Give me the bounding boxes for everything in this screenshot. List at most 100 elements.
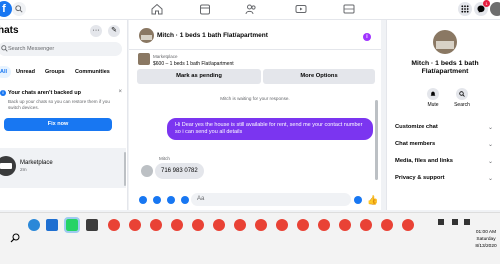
notification-badge: 1 bbox=[483, 0, 490, 7]
photo-icon[interactable] bbox=[153, 196, 161, 204]
waiting-notice: Mitch is waiting for your response. bbox=[220, 96, 290, 101]
listing-thumbnail[interactable] bbox=[138, 53, 150, 65]
more-options-button[interactable]: ··· bbox=[90, 25, 102, 37]
fix-now-button[interactable]: Fix now bbox=[4, 118, 112, 131]
chrome-icon[interactable] bbox=[150, 219, 162, 231]
top-nav: f 1 bbox=[0, 0, 500, 20]
conversation-scrollbar[interactable] bbox=[375, 100, 378, 180]
chrome-icon[interactable] bbox=[213, 219, 225, 231]
chevron-down-icon: ⌄ bbox=[487, 176, 493, 182]
search-conversation-button[interactable]: Search bbox=[449, 88, 475, 108]
profile-avatar[interactable] bbox=[490, 2, 500, 16]
edge-icon[interactable] bbox=[28, 219, 40, 231]
details-panel: Mitch · 1 beds 1 bath Flat/apartment Mut… bbox=[386, 20, 500, 210]
listing-avatar[interactable] bbox=[433, 30, 457, 54]
messenger-button[interactable]: 1 bbox=[474, 0, 490, 16]
clock-day: Saturday bbox=[476, 237, 496, 242]
chat-time: 2m bbox=[20, 168, 27, 173]
search-label: Search bbox=[454, 102, 470, 108]
chrome-icon[interactable] bbox=[339, 219, 351, 231]
new-message-button[interactable]: ✎ bbox=[108, 25, 120, 37]
system-clock[interactable]: 01:00 AM Saturday 8/13/2020 bbox=[472, 229, 500, 250]
tray-icon[interactable] bbox=[464, 219, 470, 225]
chats-title: hats bbox=[0, 25, 19, 36]
mute-button[interactable]: Mute bbox=[420, 88, 446, 108]
listing-price[interactable]: $600 – 1 beds 1 bath Flat/apartment bbox=[153, 61, 234, 67]
sender-name: Mitch bbox=[159, 156, 170, 161]
chats-sidebar: hats ··· ✎ Search Messenger All Unread G… bbox=[0, 20, 128, 210]
clock-date: 8/13/2020 bbox=[475, 244, 497, 249]
chrome-icon[interactable] bbox=[381, 219, 393, 231]
home-icon[interactable] bbox=[151, 3, 163, 15]
search-icon bbox=[1, 45, 8, 52]
mark-as-pending-button[interactable]: Mark as pending bbox=[137, 69, 261, 84]
search-button[interactable] bbox=[12, 2, 26, 16]
privacy-support-label: Privacy & support bbox=[395, 175, 445, 181]
chat-name: Marketplace bbox=[20, 160, 53, 166]
menu-button[interactable] bbox=[458, 2, 472, 16]
chevron-down-icon: ⌄ bbox=[487, 159, 493, 165]
emoji-icon[interactable] bbox=[354, 196, 362, 204]
chevron-down-icon: ⌄ bbox=[487, 125, 493, 131]
tab-groups[interactable]: Groups bbox=[45, 66, 65, 78]
chrome-icon[interactable] bbox=[360, 219, 372, 231]
sidebar-scrollbar[interactable] bbox=[124, 152, 126, 186]
close-icon[interactable]: × bbox=[118, 89, 122, 95]
gif-icon[interactable] bbox=[181, 196, 189, 204]
whatsapp-icon[interactable] bbox=[64, 217, 80, 233]
conversation-header: Mitch · 1 beds 1 bath Flat/apartment i bbox=[129, 20, 381, 50]
bell-icon bbox=[427, 88, 439, 100]
chrome-icon[interactable] bbox=[234, 219, 246, 231]
chrome-icon[interactable] bbox=[318, 219, 330, 231]
privacy-support-item[interactable]: Privacy & support ⌄ bbox=[395, 175, 499, 182]
tray-icon[interactable] bbox=[438, 219, 444, 225]
listing-avatar[interactable] bbox=[139, 28, 154, 43]
outgoing-message: Hi Dear yes the house is still available… bbox=[167, 118, 373, 140]
watch-icon[interactable] bbox=[295, 3, 307, 15]
search-input[interactable]: Search Messenger bbox=[0, 42, 122, 56]
chrome-icon[interactable] bbox=[129, 219, 141, 231]
details-title: Mitch · 1 beds 1 bath Flat/apartment bbox=[411, 60, 479, 75]
facebook-logo[interactable]: f bbox=[0, 1, 12, 17]
app-icon[interactable] bbox=[86, 219, 98, 231]
media-files-links-item[interactable]: Media, files and links ⌄ bbox=[395, 158, 499, 165]
search-placeholder: Search Messenger bbox=[8, 46, 55, 52]
sticker-icon[interactable] bbox=[167, 196, 175, 204]
tab-unread[interactable]: Unread bbox=[16, 66, 35, 78]
like-icon[interactable]: 👍 bbox=[367, 195, 378, 206]
message-input[interactable]: Aa bbox=[191, 193, 351, 206]
more-options-button[interactable]: More Options bbox=[263, 69, 375, 84]
gaming-icon[interactable] bbox=[343, 3, 355, 15]
info-icon: i bbox=[0, 90, 6, 96]
customize-chat-label: Customize chat bbox=[395, 124, 438, 130]
tab-all[interactable]: All bbox=[0, 66, 12, 78]
chrome-icon[interactable] bbox=[255, 219, 267, 231]
chrome-icon[interactable] bbox=[108, 219, 120, 231]
chrome-icon[interactable] bbox=[192, 219, 204, 231]
listing-source: Marketplace bbox=[153, 54, 178, 59]
app-icon[interactable] bbox=[46, 219, 58, 231]
sender-avatar[interactable] bbox=[141, 165, 153, 177]
chrome-icon[interactable] bbox=[276, 219, 288, 231]
chrome-icon[interactable] bbox=[171, 219, 183, 231]
chrome-icon[interactable] bbox=[297, 219, 309, 231]
tray-icon[interactable] bbox=[452, 219, 458, 225]
tab-communities[interactable]: Communities bbox=[75, 66, 110, 78]
chat-list-item[interactable]: Marketplace 2m bbox=[0, 148, 126, 188]
message-composer: Aa 👍 bbox=[129, 188, 381, 210]
friends-icon[interactable] bbox=[245, 3, 257, 15]
chat-members-item[interactable]: Chat members ⌄ bbox=[395, 141, 499, 148]
info-icon[interactable]: i bbox=[363, 33, 371, 41]
chrome-icon[interactable] bbox=[402, 219, 414, 231]
search-icon bbox=[15, 5, 23, 13]
customize-chat-item[interactable]: Customize chat ⌄ bbox=[395, 124, 499, 131]
conversation-title[interactable]: Mitch · 1 beds 1 bath Flat/apartment bbox=[157, 32, 268, 39]
chat-filter-tabs: All Unread Groups Communities bbox=[0, 66, 126, 78]
windows-search-icon[interactable] bbox=[10, 233, 20, 243]
mute-label: Mute bbox=[427, 102, 439, 108]
backup-text: Back up your chats so you can restore th… bbox=[8, 99, 110, 110]
marketplace-nav-icon[interactable] bbox=[199, 3, 211, 15]
grid-icon bbox=[461, 5, 469, 13]
incoming-message: 716 983 0782 bbox=[155, 163, 204, 179]
microphone-icon[interactable] bbox=[139, 196, 147, 204]
